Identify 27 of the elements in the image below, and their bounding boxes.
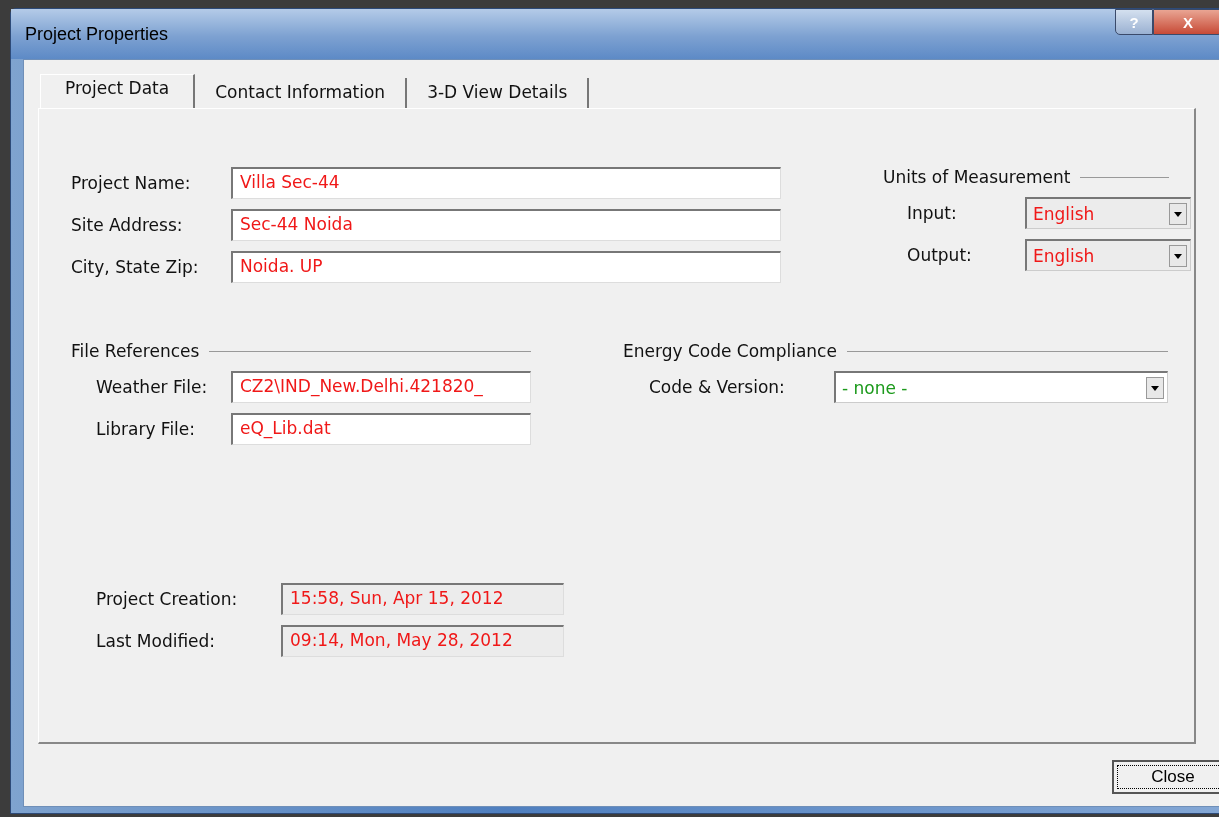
- field-label: Weather File:: [96, 377, 209, 397]
- text-field[interactable]: eQ_Lib.dat: [231, 413, 531, 445]
- text-field[interactable]: Villa Sec-44: [231, 167, 781, 199]
- field-label: City, State Zip:: [71, 257, 200, 277]
- dropdown[interactable]: English: [1025, 197, 1191, 229]
- field-label: Code & Version:: [649, 377, 785, 397]
- tab[interactable]: Project Data: [40, 74, 196, 108]
- text-field[interactable]: Sec-44 Noida: [231, 209, 781, 241]
- read-only-field: 15:58, Sun, Apr 15, 2012: [281, 583, 564, 615]
- text-field[interactable]: CZ2\IND_New.Delhi.421820_: [231, 371, 531, 403]
- field-label: Site Address:: [71, 215, 184, 235]
- field-label: Last Modified:: [96, 631, 217, 651]
- field-label: Project Name:: [71, 173, 192, 193]
- field-label: Library File:: [96, 419, 197, 439]
- dropdown[interactable]: English: [1025, 239, 1191, 271]
- text-field[interactable]: Noida. UP: [231, 251, 781, 283]
- dropdown[interactable]: - none -: [834, 371, 1168, 403]
- field-label: Output:: [907, 245, 973, 265]
- group-heading: File References: [71, 341, 200, 361]
- group-heading: Units of Measurement: [883, 167, 1071, 187]
- close-button[interactable]: X: [1153, 9, 1219, 35]
- field-label: Input:: [907, 203, 958, 223]
- close-button[interactable]: Close: [1112, 760, 1219, 794]
- read-only-field: 09:14, Mon, May 28, 2012: [281, 625, 564, 657]
- group-heading: Energy Code Compliance: [623, 341, 837, 361]
- window-title: Project Properties: [25, 23, 169, 45]
- field-label: Project Creation:: [96, 589, 239, 609]
